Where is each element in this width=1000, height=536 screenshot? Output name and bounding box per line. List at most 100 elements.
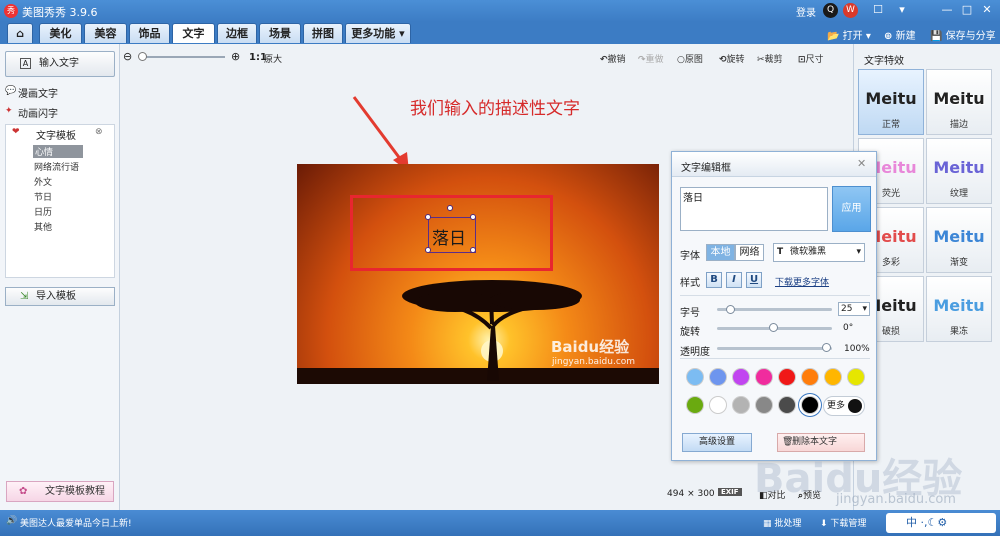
tab-accessories[interactable]: 饰品 [129, 23, 170, 43]
compare-button[interactable]: ◧对比 [759, 488, 786, 501]
template-item-other[interactable]: 其他 [34, 220, 52, 233]
text-object[interactable]: 落日 [425, 205, 476, 253]
zoom-slider[interactable] [139, 56, 225, 58]
effect-gradient[interactable]: Meitu 渐变 [926, 207, 992, 273]
color-swatch[interactable] [732, 396, 750, 414]
style-label: 样式 [680, 278, 700, 289]
more-colors-button[interactable]: 更多 [823, 396, 865, 416]
qq-icon[interactable]: Q [823, 3, 838, 18]
color-swatch[interactable] [847, 368, 865, 386]
effect-texture[interactable]: Meitu 纹理 [926, 138, 992, 204]
color-swatch[interactable] [686, 368, 704, 386]
effect-sample: Meitu [865, 89, 917, 108]
open-button[interactable]: 📂 打开 ▾ [827, 27, 871, 42]
font-network-tab[interactable]: 网络 [735, 244, 764, 261]
color-swatch[interactable] [801, 368, 819, 386]
delete-text-button[interactable]: 🗑 删除本文字 [777, 433, 865, 452]
italic-button[interactable]: I [726, 272, 742, 288]
input-text-label: 输入文字 [39, 58, 79, 69]
color-swatch[interactable] [778, 396, 796, 414]
batch-button[interactable]: ▦ 批处理 [763, 516, 801, 529]
close-icon[interactable]: ✕ [978, 2, 996, 18]
skin-icon[interactable]: ▾ [893, 2, 911, 18]
font-select[interactable]: T 微软雅黑 ▾ [773, 243, 865, 262]
close-icon[interactable]: ✕ [857, 157, 866, 170]
tab-beautify[interactable]: 美化 [39, 23, 82, 43]
zoom-slider-knob[interactable] [138, 52, 147, 61]
template-item-holiday[interactable]: 节日 [34, 190, 52, 203]
template-title[interactable]: 文字模板 [36, 127, 76, 142]
menu-icon[interactable]: ☐ [869, 2, 887, 18]
weibo-icon[interactable]: W [843, 3, 858, 18]
exif-button[interactable]: EXIF [718, 488, 742, 496]
tutorial-button[interactable]: ✿ 文字模板教程 [6, 481, 114, 502]
input-text-button[interactable]: A 输入文字 [5, 51, 115, 77]
color-swatch[interactable] [709, 396, 727, 414]
crop-button[interactable]: ✂裁剪 [757, 52, 783, 65]
zoom-in-icon[interactable]: ⊕ [231, 50, 240, 63]
size-select[interactable]: 25 ▾ [838, 302, 870, 316]
resize-handle[interactable] [470, 214, 476, 220]
resize-handle[interactable] [470, 247, 476, 253]
color-swatch[interactable] [755, 396, 773, 414]
text-input[interactable]: 落日 [680, 187, 828, 231]
tab-frame[interactable]: 边框 [217, 23, 257, 43]
template-item-mood[interactable]: 心情 [33, 145, 84, 158]
animated-text-link[interactable]: ✦ 动画闪字 [5, 105, 58, 120]
color-swatch[interactable] [686, 396, 704, 414]
resize-button[interactable]: ⊡尺寸 [798, 52, 824, 65]
original-size-button[interactable]: 原大 [264, 52, 282, 65]
resize-handle[interactable] [425, 214, 431, 220]
import-template-button[interactable]: ⇲ 导入模板 [5, 287, 115, 306]
tab-more-features[interactable]: 更多功能 ▾ [345, 23, 411, 43]
tab-beauty[interactable]: 美容 [84, 23, 127, 43]
apply-button[interactable]: 应用 [832, 186, 871, 232]
color-swatch[interactable] [801, 396, 819, 414]
ime-toolbar[interactable]: 中 ·,☾⚙ [886, 513, 996, 533]
effect-outline[interactable]: Meitu 描边 [926, 69, 992, 135]
home-tab-icon[interactable]: ⌂ [7, 23, 33, 43]
color-swatch[interactable] [778, 368, 796, 386]
rotate-slider-knob[interactable] [769, 323, 778, 332]
size-slider-knob[interactable] [726, 305, 735, 314]
maximize-icon[interactable]: □ [958, 2, 976, 18]
download-manager-button[interactable]: ⬇ 下载管理 [820, 516, 866, 529]
tab-text[interactable]: 文字 [172, 23, 215, 43]
template-item-foreign[interactable]: 外文 [34, 175, 52, 188]
status-message[interactable]: 美图达人最爱单品今日上新! [20, 516, 132, 529]
bold-button[interactable]: B [706, 272, 722, 288]
rotate-button[interactable]: ⟲旋转 [719, 52, 745, 65]
advanced-settings-button[interactable]: 高级设置 [682, 433, 752, 452]
font-local-tab[interactable]: 本地 [706, 244, 735, 261]
template-item-calendar[interactable]: 日历 [34, 205, 52, 218]
text-object-content: 落日 [432, 229, 466, 249]
effect-label: 果冻 [949, 327, 968, 337]
resize-handle[interactable] [425, 247, 431, 253]
comic-text-link[interactable]: 💬 漫画文字 [5, 85, 58, 100]
rotate-handle[interactable] [447, 205, 453, 211]
undo-button[interactable]: ↶撤销 [600, 52, 626, 65]
effect-normal[interactable]: Meitu 正常 [858, 69, 924, 135]
redo-button[interactable]: ↷重做 [638, 52, 664, 65]
collapse-icon[interactable]: ⊗ [95, 127, 103, 137]
opacity-slider[interactable] [717, 347, 832, 350]
underline-button[interactable]: U [746, 272, 762, 288]
preview-button[interactable]: ⌕预览 [798, 488, 821, 501]
color-swatch[interactable] [732, 368, 750, 386]
download-fonts-link[interactable]: 下载更多字体 [775, 275, 829, 288]
original-image-button[interactable]: ○原图 [677, 52, 703, 65]
template-item-slang[interactable]: 网络流行语 [34, 160, 79, 173]
zoom-out-icon[interactable]: ⊖ [123, 50, 132, 63]
color-swatch[interactable] [824, 368, 842, 386]
login-link[interactable]: 登录 [796, 4, 816, 19]
minimize-icon[interactable]: — [938, 2, 956, 18]
tab-scene[interactable]: 场景 [259, 23, 301, 43]
effect-jelly[interactable]: Meitu 果冻 [926, 276, 992, 342]
crop-icon: ✂ [757, 55, 765, 65]
color-swatch[interactable] [755, 368, 773, 386]
new-button[interactable]: ⊕ 新建 [884, 27, 916, 42]
save-share-button[interactable]: 💾 保存与分享 [930, 27, 996, 42]
opacity-slider-knob[interactable] [822, 343, 831, 352]
color-swatch[interactable] [709, 368, 727, 386]
tab-collage[interactable]: 拼图 [303, 23, 343, 43]
